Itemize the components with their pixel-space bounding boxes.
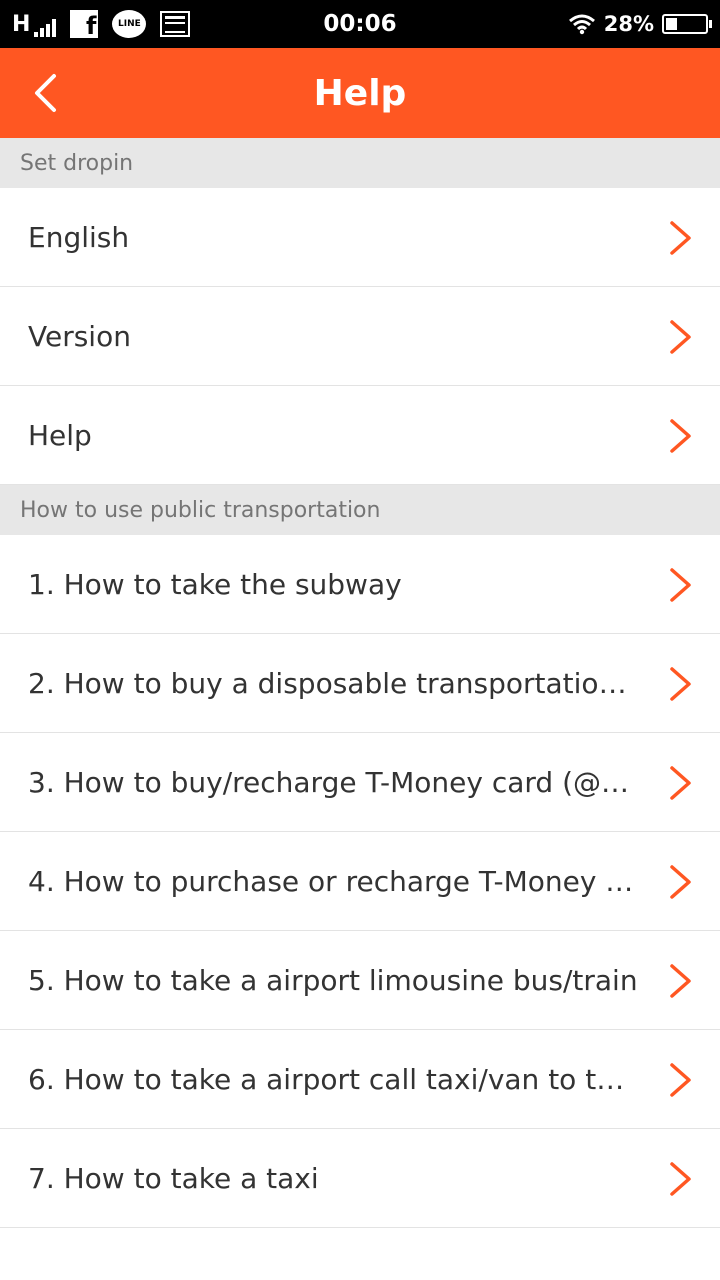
news-icon	[160, 11, 191, 37]
status-bar-right: 28%	[568, 12, 712, 36]
list-item-4-how-to-purchase-or-recharge-t-money-ca[interactable]: 4. How to purchase or recharge T-Money C…	[0, 832, 720, 931]
list-item-label: 7. How to take a taxi	[28, 1161, 319, 1195]
list-item-3-how-to-buy-recharge-t-money-card-sub[interactable]: 3. How to buy/recharge T-Money card (@su…	[0, 733, 720, 832]
network-type: H	[12, 11, 32, 37]
list-item-label: English	[28, 220, 130, 254]
battery-icon	[662, 14, 712, 34]
list-item-label: Help	[28, 418, 92, 452]
app-bar: Help	[0, 48, 720, 138]
chevron-right-icon	[670, 1063, 691, 1097]
signal-icon: H	[12, 11, 57, 37]
list-item-5-how-to-take-a-airport-limousine-bus-tr[interactable]: 5. How to take a airport limousine bus/t…	[0, 931, 720, 1030]
status-bar-left: H f LINE	[12, 10, 191, 38]
section-header: How to use public transportation	[0, 485, 720, 535]
list-item-label: 3. How to buy/recharge T-Money card (@su…	[28, 765, 640, 799]
battery-level	[666, 18, 677, 30]
section-header: Set dropin	[0, 138, 720, 188]
chevron-right-icon	[670, 1162, 691, 1196]
list-item-version[interactable]: Version	[0, 287, 720, 386]
list-item-label: 5. How to take a airport limousine bus/t…	[28, 963, 638, 997]
line-icon: LINE	[112, 10, 147, 38]
chevron-right-icon	[670, 419, 691, 453]
help-list: Set dropin English Version Help How to use p…	[0, 138, 720, 1228]
battery-percent: 28%	[603, 12, 654, 36]
status-bar: H f LINE 00:06 28%	[0, 0, 720, 48]
chevron-left-icon	[35, 74, 56, 112]
back-button[interactable]	[20, 68, 70, 118]
list-item-label: 6. How to take a airport call taxi/van t…	[28, 1062, 640, 1096]
list-item-6-how-to-take-a-airport-call-taxi-van-to[interactable]: 6. How to take a airport call taxi/van t…	[0, 1030, 720, 1129]
list-item-label: Version	[28, 319, 131, 353]
chevron-right-icon	[670, 221, 691, 255]
chevron-right-icon	[670, 667, 691, 701]
chevron-right-icon	[670, 865, 691, 899]
chevron-right-icon	[670, 568, 691, 602]
list-item-help[interactable]: Help	[0, 386, 720, 485]
chevron-right-icon	[670, 964, 691, 998]
list-item-1-how-to-take-the-subway[interactable]: 1. How to take the subway	[0, 535, 720, 634]
list-item-7-how-to-take-a-taxi[interactable]: 7. How to take a taxi	[0, 1129, 720, 1228]
chevron-right-icon	[670, 766, 691, 800]
chevron-right-icon	[670, 320, 691, 354]
wifi-icon	[568, 14, 595, 35]
list-item-label: 2. How to buy a disposable transportatio…	[28, 666, 640, 700]
list-item-2-how-to-buy-a-disposable-transportation[interactable]: 2. How to buy a disposable transportatio…	[0, 634, 720, 733]
page-title: Help	[313, 72, 407, 114]
list-item-english[interactable]: English	[0, 188, 720, 287]
facebook-icon: f	[70, 10, 99, 38]
list-item-label: 4. How to purchase or recharge T-Money C…	[28, 864, 640, 898]
list-item-label: 1. How to take the subway	[28, 567, 402, 601]
